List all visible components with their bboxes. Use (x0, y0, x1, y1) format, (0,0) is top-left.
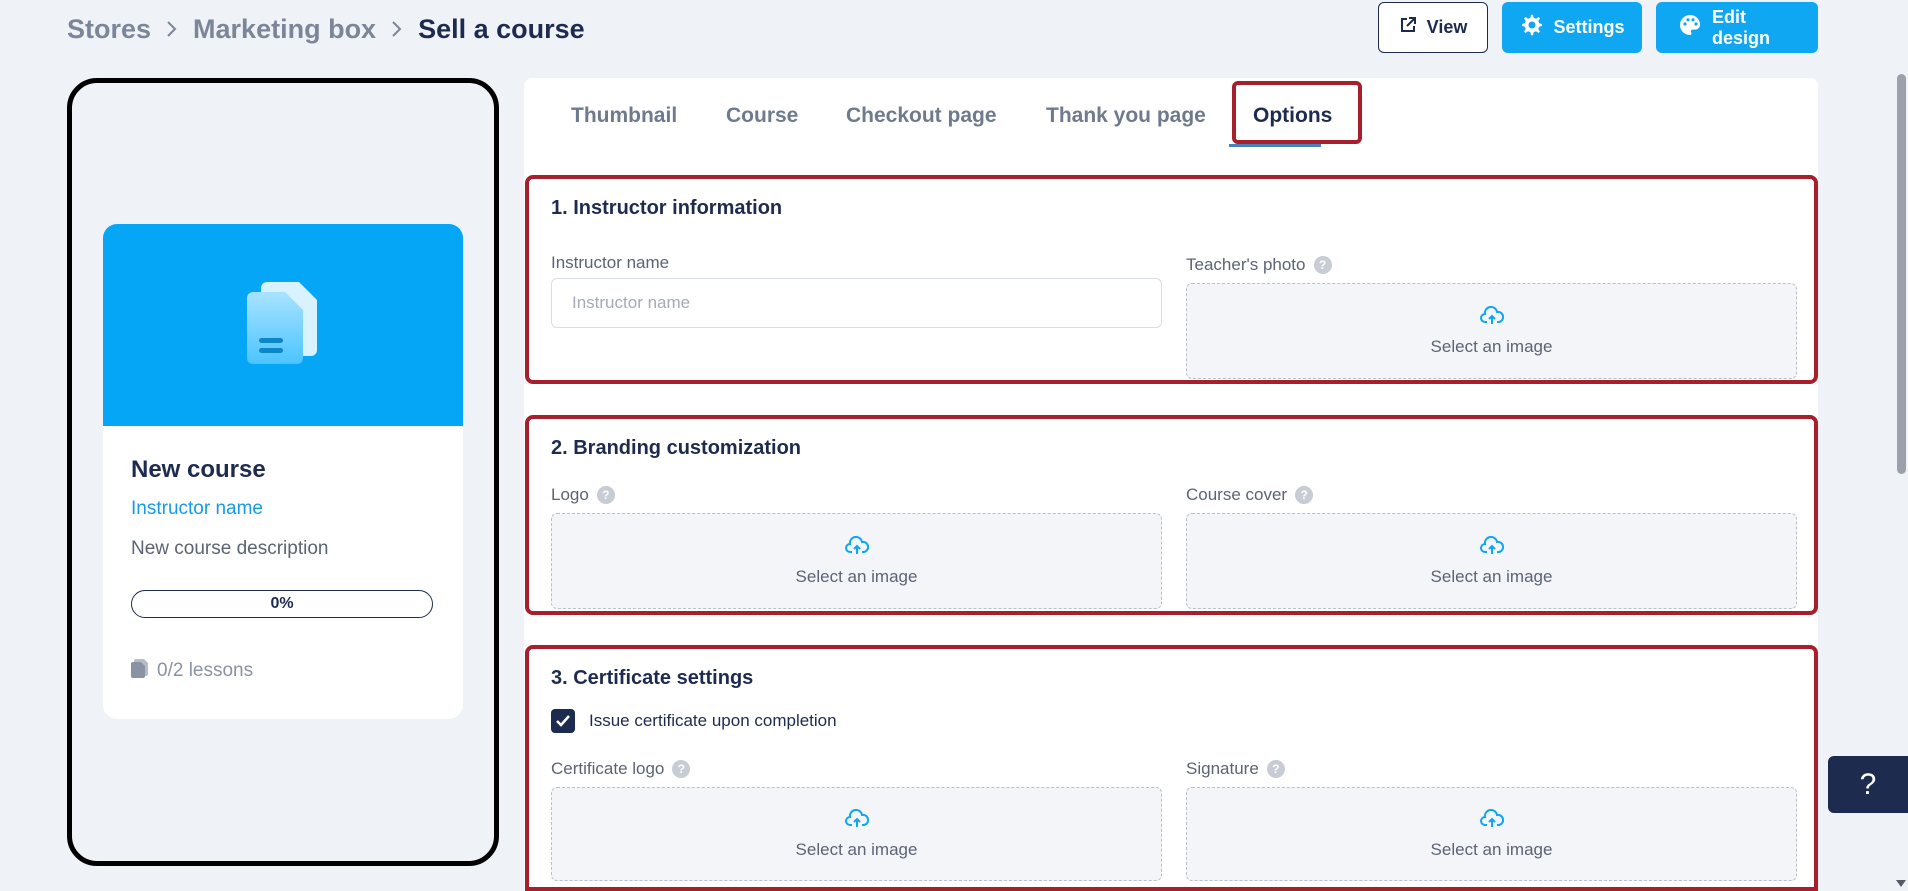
top-actions: View Settings Edit design (1378, 2, 1818, 53)
upload-cloud-icon (844, 535, 869, 561)
certificate-section: 3. Certificate settings Issue certificat… (525, 645, 1818, 891)
external-link-icon (1399, 16, 1417, 39)
document-icon (245, 280, 321, 371)
instructor-name-label: Instructor name (551, 253, 669, 273)
branding-section-title: 2. Branding customization (551, 437, 802, 459)
tab-bar: Thumbnail Course Checkout page Thank you… (524, 78, 1818, 156)
certificate-logo-upload[interactable]: Select an image (551, 787, 1162, 881)
breadcrumb-stores[interactable]: Stores (67, 14, 151, 45)
course-title: New course (131, 456, 266, 483)
teacher-photo-label: Teacher's photo ? (1186, 255, 1332, 275)
instructor-name-label-text: Instructor name (551, 253, 670, 272)
teacher-photo-upload[interactable]: Select an image (1186, 283, 1797, 379)
certificate-logo-label-text: Certificate logo (551, 759, 665, 778)
view-button[interactable]: View (1378, 2, 1488, 53)
upload-cloud-icon (1479, 535, 1504, 561)
upload-cloud-icon (1479, 808, 1504, 834)
help-icon[interactable]: ? (672, 760, 691, 778)
main-panel: Thumbnail Course Checkout page Thank you… (524, 78, 1818, 891)
signature-upload[interactable]: Select an image (1186, 787, 1797, 881)
course-instructor: Instructor name (131, 498, 263, 519)
course-cover-upload-label: Select an image (1430, 566, 1553, 586)
certificate-logo-label: Certificate logo ? (551, 759, 691, 779)
help-button-label: ? (1859, 767, 1877, 801)
upload-cloud-icon (844, 808, 869, 834)
teacher-photo-upload-label: Select an image (1430, 336, 1553, 356)
course-card: New course Instructor name New course de… (103, 224, 463, 719)
settings-button[interactable]: Settings (1502, 2, 1642, 53)
issue-certificate-option: Issue certificate upon completion (551, 709, 837, 733)
breadcrumb-marketing-box[interactable]: Marketing box (193, 14, 376, 45)
active-tab-underline (1229, 144, 1321, 147)
signature-label-text: Signature (1186, 759, 1259, 778)
lessons-icon (131, 658, 149, 684)
logo-upload[interactable]: Select an image (551, 513, 1162, 609)
instructor-section-title: 1. Instructor information (551, 197, 783, 219)
view-button-label: View (1426, 17, 1468, 37)
gear-icon (1520, 13, 1544, 42)
logo-upload-label: Select an image (795, 566, 918, 586)
chevron-right-icon (390, 19, 404, 39)
edit-design-button-label: Edit design (1712, 6, 1771, 48)
upload-cloud-icon (1479, 305, 1504, 331)
course-cover-label: Course cover ? (1186, 485, 1314, 505)
help-icon[interactable]: ? (596, 486, 615, 504)
tab-thank-you-page[interactable]: Thank you page (1046, 104, 1206, 128)
logo-label-text: Logo (551, 485, 589, 504)
course-cover-label-text: Course cover (1186, 485, 1288, 504)
course-description: New course description (131, 538, 329, 559)
palette-icon (1678, 13, 1702, 42)
issue-certificate-checkbox[interactable] (551, 709, 575, 733)
tab-checkout-page[interactable]: Checkout page (846, 104, 997, 128)
signature-label: Signature ? (1186, 759, 1285, 779)
lessons-count: 0/2 lessons (131, 658, 435, 684)
logo-label: Logo ? (551, 485, 615, 505)
instructor-name-input[interactable] (551, 278, 1162, 328)
progress-label: 0% (270, 595, 294, 612)
lessons-label: 0/2 lessons (157, 660, 254, 681)
certificate-logo-upload-label: Select an image (795, 839, 918, 859)
certificate-section-title: 3. Certificate settings (551, 667, 754, 689)
instructor-section: 1. Instructor information Instructor nam… (525, 175, 1818, 384)
edit-design-button[interactable]: Edit design (1656, 2, 1818, 53)
chevron-right-icon (165, 19, 179, 39)
issue-certificate-label: Issue certificate upon completion (589, 711, 837, 730)
page-scrollbar[interactable] (1894, 70, 1908, 891)
scrollbar-thumb[interactable] (1897, 74, 1906, 474)
page-title: Sell a course (418, 13, 585, 44)
course-cover-upload[interactable]: Select an image (1186, 513, 1797, 609)
progress-bar: 0% (131, 590, 433, 618)
tab-options-highlight (1232, 81, 1362, 144)
breadcrumb: Stores Marketing box Sell a course (67, 12, 585, 46)
course-card-hero (103, 224, 463, 426)
phone-preview: New course Instructor name New course de… (67, 78, 499, 866)
settings-button-label: Settings (1553, 17, 1625, 37)
tab-thumbnail[interactable]: Thumbnail (571, 104, 677, 128)
help-icon[interactable]: ? (1313, 256, 1332, 274)
tab-course[interactable]: Course (726, 104, 798, 128)
signature-upload-label: Select an image (1430, 839, 1553, 859)
help-icon[interactable]: ? (1295, 486, 1314, 504)
help-icon[interactable]: ? (1266, 760, 1285, 778)
branding-section: 2. Branding customization Logo ? Select … (525, 415, 1818, 615)
scroll-down-arrow-icon[interactable] (1896, 880, 1906, 887)
teacher-photo-label-text: Teacher's photo (1186, 255, 1306, 274)
